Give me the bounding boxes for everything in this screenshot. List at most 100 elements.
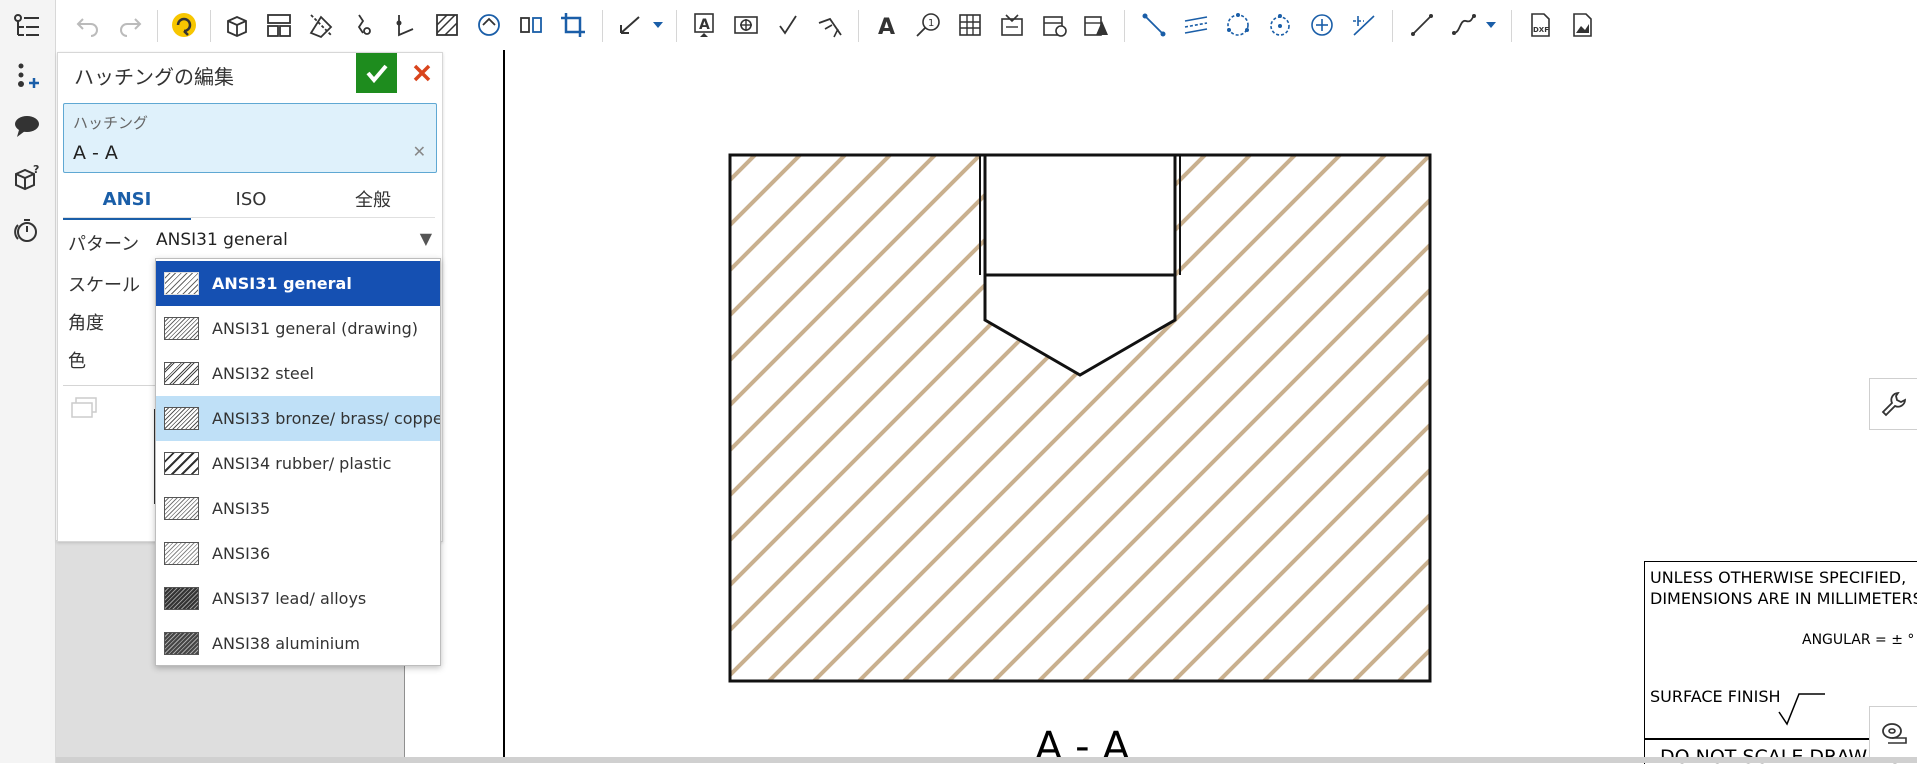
hole-counterbore — [983, 155, 1177, 277]
hatch-swatch-icon — [164, 632, 199, 655]
hatch-line — [495, 130, 690, 690]
hatch-swatch-icon — [164, 452, 199, 475]
detail-view-icon[interactable] — [345, 7, 381, 43]
spline-dropdown-icon[interactable] — [1481, 7, 1501, 43]
section-view-drawing[interactable] — [495, 50, 1495, 763]
circle-center-icon[interactable] — [1220, 7, 1256, 43]
hole-table-icon[interactable] — [1036, 7, 1072, 43]
center-mark-icon[interactable] — [1304, 7, 1340, 43]
hatch-line — [730, 155, 1052, 681]
pattern-option-ansi32-steel[interactable]: ANSI32 steel — [156, 351, 440, 396]
color-label: 色 — [68, 351, 86, 372]
note-icon[interactable]: A — [686, 7, 722, 43]
hatch-swatch-icon — [164, 587, 199, 610]
hatch-line — [495, 130, 555, 690]
tab-ansi[interactable]: ANSI — [63, 181, 191, 220]
text-icon[interactable]: A — [868, 7, 904, 43]
insert-view-icon[interactable] — [219, 7, 255, 43]
hole-drill-point — [983, 275, 1177, 377]
part-info-icon[interactable]: ? — [8, 160, 46, 196]
title-block-angular: ANGULAR = ± ° — [1802, 632, 1915, 648]
line-icon[interactable] — [1136, 7, 1172, 43]
hatch-selection-field[interactable]: ハッチング A - A ✕ — [63, 103, 437, 173]
tab-iso[interactable]: ISO — [191, 181, 311, 217]
pattern-option-ansi33-bronze[interactable]: ANSI33 bronze/ brass/ copper — [156, 396, 440, 441]
svg-text:A: A — [878, 15, 895, 39]
undo-icon[interactable] — [70, 7, 106, 43]
auxiliary-view-icon[interactable] — [387, 7, 423, 43]
break-view-icon[interactable] — [429, 7, 465, 43]
hatch-line — [730, 155, 1232, 681]
hatch-line — [1073, 155, 1430, 681]
export-dxf-icon[interactable]: DXF — [1522, 7, 1558, 43]
hatch-line — [730, 155, 1187, 681]
svg-text:1: 1 — [928, 18, 934, 29]
angle-line-icon[interactable] — [1346, 7, 1382, 43]
export-image-icon[interactable] — [1564, 7, 1600, 43]
pattern-option-ansi31-general[interactable]: ANSI31 general — [156, 261, 440, 306]
hatch-line — [938, 155, 1430, 681]
datum-icon[interactable] — [728, 7, 764, 43]
title-block-line2: DIMENSIONS ARE IN MILLIMETERS — [1650, 589, 1917, 608]
pattern-option-ansi36[interactable]: ANSI36 — [156, 531, 440, 576]
svg-text:A: A — [699, 17, 710, 33]
hatch-swatch-icon — [164, 317, 199, 340]
bom-icon[interactable] — [994, 7, 1030, 43]
pattern-label: パターン — [68, 234, 140, 255]
update-icon[interactable] — [166, 7, 202, 43]
hatch-swatch-icon — [164, 497, 199, 520]
arc-icon[interactable] — [1262, 7, 1298, 43]
timer-icon[interactable] — [8, 212, 46, 248]
checkmark-icon — [365, 64, 388, 84]
pattern-select[interactable]: ANSI31 general ▼ — [156, 225, 434, 257]
table-icon[interactable] — [952, 7, 988, 43]
bottom-scroll-strip[interactable] — [56, 757, 1917, 763]
pattern-option-ansi35[interactable]: ANSI35 — [156, 486, 440, 531]
section-view-icon[interactable] — [303, 7, 339, 43]
mirror-view-icon[interactable] — [471, 7, 507, 43]
hatch-line — [730, 155, 917, 681]
polyline-icon[interactable] — [1404, 7, 1440, 43]
measure-tape-icon[interactable] — [1869, 706, 1917, 758]
hatch-line — [730, 155, 1097, 681]
callout-icon[interactable]: 1 — [910, 7, 946, 43]
hatch-pattern — [495, 130, 1430, 690]
add-point-icon[interactable] — [8, 58, 46, 94]
left-rail: ? — [0, 0, 56, 763]
cancel-button[interactable] — [402, 53, 442, 93]
panel-title: ハッチングの編集 — [74, 65, 234, 89]
projected-view-icon[interactable] — [261, 7, 297, 43]
confirm-button[interactable] — [356, 53, 397, 93]
pattern-option-ansi31-drawing[interactable]: ANSI31 general (drawing) — [156, 306, 440, 351]
pattern-option-ansi38-aluminium[interactable]: ANSI38 aluminium — [156, 621, 440, 665]
spline-icon[interactable] — [1446, 7, 1482, 43]
title-block-line1: UNLESS OTHERWISE SPECIFIED, — [1650, 568, 1907, 587]
crop-view-icon[interactable] — [513, 7, 549, 43]
centerline-icon[interactable] — [1178, 7, 1214, 43]
angle-label: 角度 — [68, 313, 104, 334]
revision-icon[interactable] — [1078, 7, 1114, 43]
part-outline — [728, 153, 1432, 683]
wrench-icon[interactable] — [1869, 378, 1917, 430]
clear-icon[interactable]: ✕ — [413, 142, 426, 161]
svg-text:DXF: DXF — [1533, 26, 1549, 34]
feature-list-icon[interactable] — [8, 8, 46, 44]
dimension-icon[interactable] — [613, 7, 649, 43]
pattern-option-ansi34-rubber[interactable]: ANSI34 rubber/ plastic — [156, 441, 440, 486]
redo-icon[interactable] — [112, 7, 148, 43]
hatch-line — [495, 130, 600, 690]
tab-general[interactable]: 全般 — [311, 181, 435, 217]
hatch-swatch-icon — [164, 407, 199, 430]
comment-icon[interactable] — [8, 108, 46, 144]
dimension-dropdown-icon[interactable] — [648, 7, 668, 43]
pattern-option-ansi37-lead[interactable]: ANSI37 lead/ alloys — [156, 576, 440, 621]
hatch-line — [803, 155, 1367, 681]
pattern-select-value: ANSI31 general — [156, 230, 288, 250]
check-icon[interactable] — [770, 7, 806, 43]
close-icon — [413, 64, 431, 82]
chevron-down-icon: ▼ — [419, 229, 432, 248]
crop-icon[interactable] — [555, 7, 591, 43]
toolbar: A A 1 DXF — [56, 0, 1917, 50]
hatch-line — [730, 155, 1277, 681]
chamfer-icon[interactable] — [812, 7, 848, 43]
